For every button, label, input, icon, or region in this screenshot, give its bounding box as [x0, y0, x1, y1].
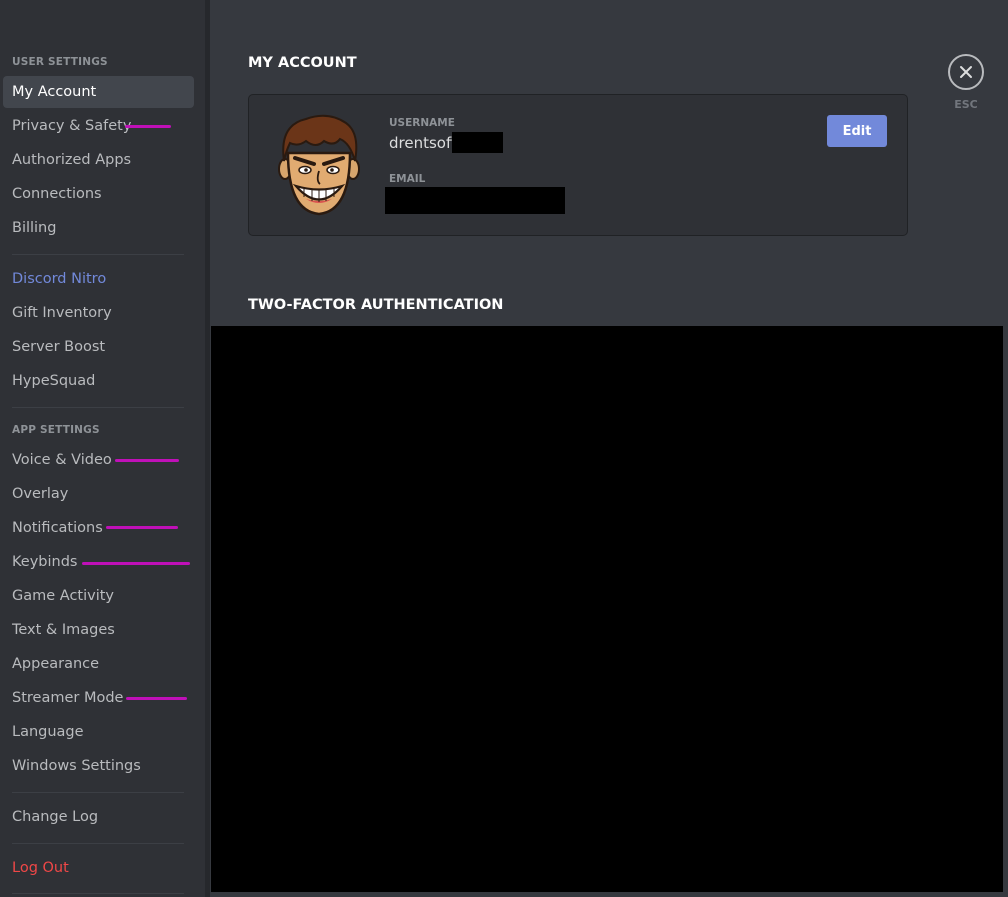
sidebar-item-discord-nitro[interactable]: Discord Nitro	[3, 263, 194, 295]
annotation-mark	[115, 459, 179, 462]
two-factor-title: TWO-FACTOR AUTHENTICATION	[248, 297, 504, 313]
page-title: MY ACCOUNT	[248, 55, 357, 71]
sidebar-item-appearance[interactable]: Appearance	[3, 648, 194, 680]
user-settings-header: USER SETTINGS	[12, 56, 108, 68]
email-label: EMAIL	[389, 173, 426, 185]
sidebar-divider	[12, 843, 184, 844]
sidebar-item-game-activity[interactable]: Game Activity	[3, 580, 194, 612]
esc-label: ESC	[954, 98, 978, 111]
annotation-mark	[82, 562, 190, 565]
sidebar-item-windows-settings[interactable]: Windows Settings	[3, 750, 194, 782]
annotation-mark	[126, 697, 187, 700]
sidebar-divider	[12, 407, 184, 408]
annotation-mark	[125, 125, 171, 128]
sidebar-item-authorized-apps[interactable]: Authorized Apps	[3, 144, 194, 176]
email-redaction-box	[385, 187, 565, 214]
close-button[interactable]	[948, 54, 984, 90]
sidebar-item-server-boost[interactable]: Server Boost	[3, 331, 194, 363]
redacted-region	[211, 326, 1003, 892]
app-settings-header: APP SETTINGS	[12, 424, 100, 436]
sidebar-item-overlay[interactable]: Overlay	[3, 478, 194, 510]
account-card: USERNAME drentsoft EMAIL Edit	[248, 94, 908, 236]
sidebar-divider	[12, 254, 184, 255]
username-value: drentsoft	[389, 134, 457, 152]
avatar[interactable]	[276, 113, 362, 217]
annotation-mark	[106, 526, 178, 529]
sidebar-item-my-account[interactable]: My Account	[3, 76, 194, 108]
sidebar-item-log-out[interactable]: Log Out	[3, 852, 194, 884]
username-label: USERNAME	[389, 117, 455, 129]
edit-button[interactable]: Edit	[827, 115, 887, 147]
settings-sidebar: USER SETTINGS My Account Privacy & Safet…	[0, 0, 205, 897]
sidebar-item-language[interactable]: Language	[3, 716, 194, 748]
sidebar-item-text-images[interactable]: Text & Images	[3, 614, 194, 646]
close-icon	[960, 66, 972, 78]
sidebar-divider	[12, 792, 184, 793]
sidebar-item-hypesquad[interactable]: HypeSquad	[3, 365, 194, 397]
sidebar-item-connections[interactable]: Connections	[3, 178, 194, 210]
sidebar-edge	[205, 0, 210, 897]
sidebar-item-billing[interactable]: Billing	[3, 212, 194, 244]
sidebar-divider	[12, 893, 184, 894]
sidebar-item-gift-inventory[interactable]: Gift Inventory	[3, 297, 194, 329]
sidebar-item-change-log[interactable]: Change Log	[3, 801, 194, 833]
redaction-box	[452, 132, 503, 153]
